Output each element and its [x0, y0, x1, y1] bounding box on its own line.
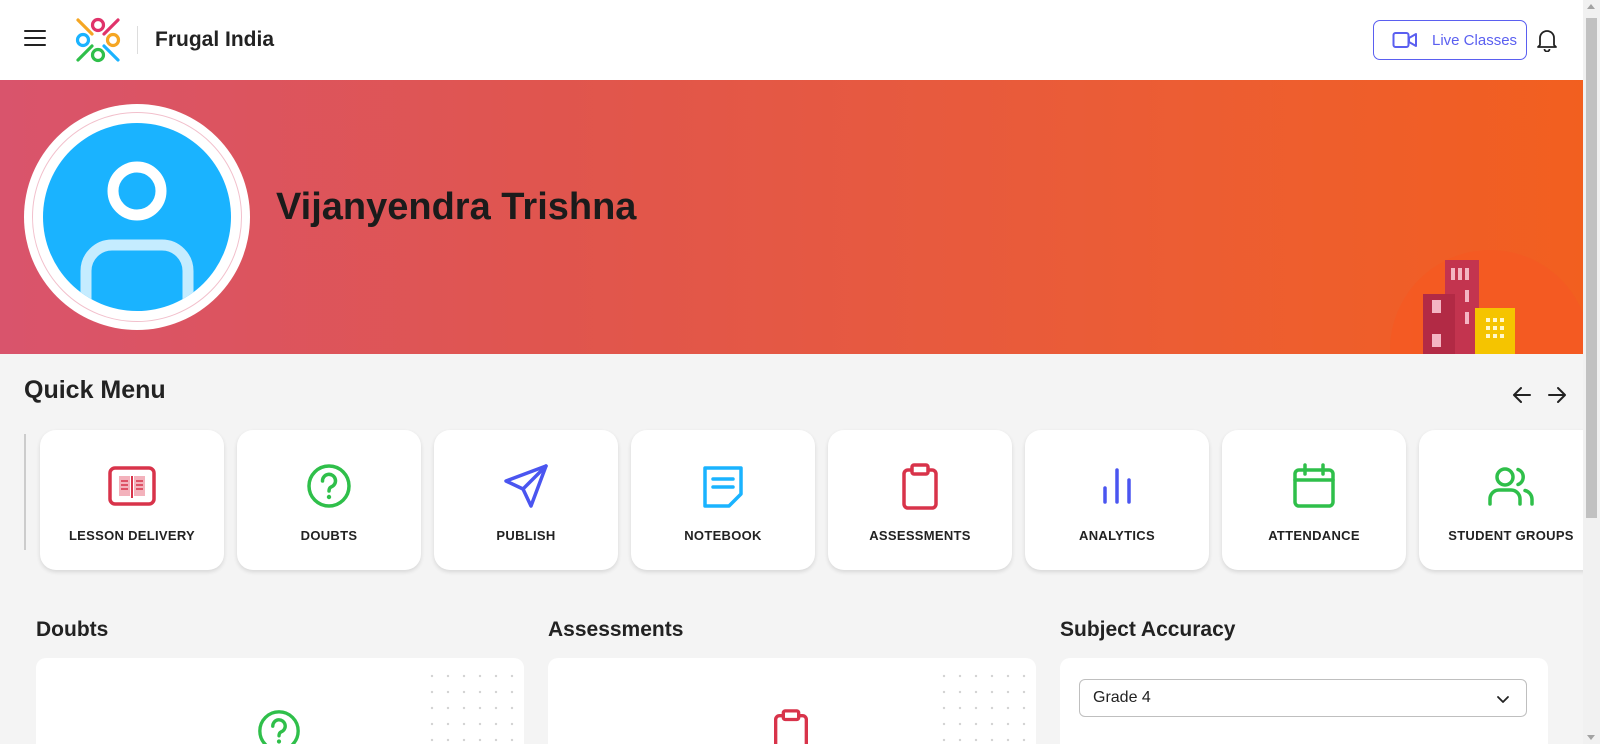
menu-icon[interactable] [24, 30, 46, 50]
video-camera-icon [1392, 32, 1417, 48]
header-divider [137, 26, 138, 54]
school-building-illustration [1390, 250, 1583, 354]
notebook-icon [703, 466, 743, 508]
quick-menu-publish[interactable]: PUBLISH [434, 430, 618, 570]
live-classes-label: Live Classes [1432, 31, 1518, 49]
dot-pattern [936, 668, 1026, 744]
arrow-right-icon[interactable] [1546, 384, 1568, 406]
carousel-edge [24, 434, 26, 550]
quick-menu-attendance[interactable]: ATTENDANCE [1222, 430, 1406, 570]
quick-menu-label: STUDENT GROUPS [1448, 528, 1574, 543]
quick-menu-analytics[interactable]: ANALYTICS [1025, 430, 1209, 570]
quick-menu-label: PUBLISH [496, 528, 556, 543]
question-circle-icon [258, 710, 300, 744]
quick-menu-label: ATTENDANCE [1268, 528, 1360, 543]
page-scrollbar[interactable] [1583, 0, 1600, 744]
chevron-down-icon [1497, 696, 1509, 703]
profile-banner: Vijanyendra Trishna [0, 80, 1583, 354]
assessments-section-title: Assessments [548, 618, 684, 641]
question-circle-icon [307, 464, 351, 508]
quick-menu-carousel[interactable]: LESSON DELIVERY DOUBTS PUBLISH NOTEBOOK [24, 420, 1583, 580]
arrow-left-icon[interactable] [1511, 384, 1533, 406]
dot-pattern [424, 668, 514, 744]
profile-name: Vijanyendra Trishna [276, 186, 637, 228]
doubts-panel [36, 658, 524, 744]
quick-menu-notebook[interactable]: NOTEBOOK [631, 430, 815, 570]
clipboard-icon [773, 709, 809, 744]
quick-menu-label: NOTEBOOK [684, 528, 762, 543]
calendar-icon [1293, 463, 1335, 508]
quick-menu-label: ASSESSMENTS [869, 528, 971, 543]
doubts-section-title: Doubts [36, 618, 109, 641]
brand-logo [75, 17, 121, 63]
live-classes-button[interactable]: Live Classes [1373, 20, 1527, 60]
top-header: Frugal India Live Classes [0, 0, 1583, 80]
brand-name: Frugal India [155, 28, 275, 51]
assessments-panel [548, 658, 1036, 744]
scroll-down-arrow-icon[interactable] [1587, 735, 1595, 740]
quick-menu-label: ANALYTICS [1079, 528, 1155, 543]
subject-accuracy-title: Subject Accuracy [1060, 618, 1236, 641]
send-icon [504, 464, 548, 508]
quick-menu-title: Quick Menu [24, 376, 166, 404]
bar-chart-icon [1103, 468, 1131, 504]
notification-bell-icon[interactable] [1536, 28, 1558, 52]
clipboard-icon [902, 463, 938, 510]
users-icon [1488, 467, 1534, 506]
grade-select[interactable]: Grade 4 [1079, 679, 1527, 717]
scrollbar-thumb[interactable] [1586, 18, 1597, 518]
user-avatar-icon [80, 161, 194, 311]
scroll-up-arrow-icon[interactable] [1587, 4, 1595, 9]
quick-menu-student-groups[interactable]: STUDENT GROUPS [1419, 430, 1583, 570]
quick-menu-label: DOUBTS [300, 528, 358, 543]
book-icon [108, 466, 156, 506]
quick-menu-lesson-delivery[interactable]: LESSON DELIVERY [40, 430, 224, 570]
avatar [24, 104, 250, 330]
quick-menu-assessments[interactable]: ASSESSMENTS [828, 430, 1012, 570]
grade-select-value: Grade 4 [1093, 689, 1151, 706]
page: Frugal India Live Classes Vijanyendra Tr… [0, 0, 1600, 744]
quick-menu-doubts[interactable]: DOUBTS [237, 430, 421, 570]
quick-menu-label: LESSON DELIVERY [68, 528, 196, 543]
